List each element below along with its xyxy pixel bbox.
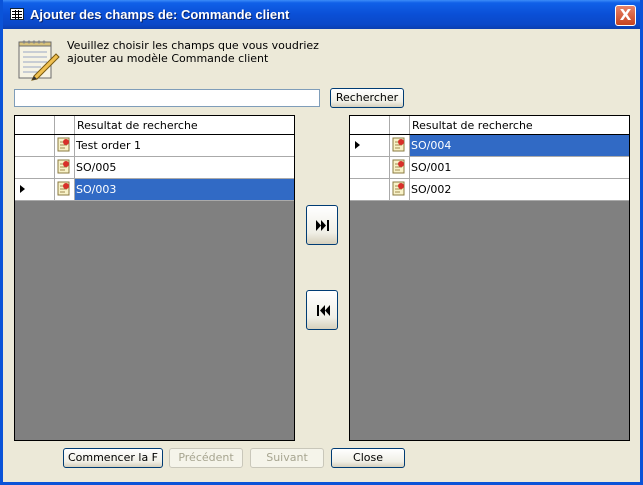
- table-row[interactable]: SO/002: [350, 179, 629, 201]
- row-selector[interactable]: [15, 157, 55, 178]
- previous-button[interactable]: Précédent: [169, 448, 243, 468]
- row-label[interactable]: SO/005: [75, 157, 294, 178]
- table-row[interactable]: SO/005: [15, 157, 294, 179]
- row-selector[interactable]: [350, 135, 390, 156]
- left-results-grid[interactable]: Resultat de recherche Test order 1 SO/00…: [14, 115, 295, 441]
- table-row[interactable]: Test order 1: [15, 135, 294, 157]
- order-icon: [392, 137, 405, 152]
- next-button[interactable]: Suivant: [250, 448, 324, 468]
- column-header-results[interactable]: Resultat de recherche: [412, 119, 533, 132]
- notepad-icon: [18, 40, 60, 81]
- row-selector[interactable]: [350, 179, 390, 200]
- description-line-2: ajouter au modèle Commande client: [67, 52, 269, 65]
- move-to-right-button[interactable]: [306, 205, 338, 245]
- grid-header: Resultat de recherche: [350, 116, 629, 135]
- order-icon: [392, 181, 405, 196]
- window-title: Ajouter des champs de: Commande client: [30, 7, 290, 22]
- description-text: Veuillez choisir les champs que vous vou…: [67, 39, 327, 65]
- move-to-left-button[interactable]: [306, 290, 338, 330]
- close-window-button[interactable]: X: [615, 5, 636, 26]
- move-all-right-icon: [316, 220, 329, 231]
- move-all-left-icon: [317, 305, 330, 316]
- current-row-arrow-icon: [355, 141, 360, 149]
- row-selector[interactable]: [15, 135, 55, 156]
- close-button[interactable]: Close: [331, 448, 405, 468]
- current-row-arrow-icon: [20, 185, 25, 193]
- row-label[interactable]: SO/004: [410, 135, 629, 156]
- row-label[interactable]: Test order 1: [75, 135, 294, 156]
- right-results-grid[interactable]: Resultat de recherche SO/004 SO/001 SO/0…: [349, 115, 630, 441]
- row-label[interactable]: SO/003: [75, 179, 294, 200]
- table-row[interactable]: SO/004: [350, 135, 629, 157]
- table-icon: [10, 8, 24, 20]
- row-selector[interactable]: [350, 157, 390, 178]
- order-icon: [392, 159, 405, 174]
- table-row[interactable]: SO/003: [15, 179, 294, 201]
- order-icon: [57, 137, 70, 152]
- search-input[interactable]: [14, 89, 320, 107]
- order-icon: [57, 159, 70, 174]
- start-button[interactable]: Commencer la F: [63, 448, 163, 468]
- search-button[interactable]: Rechercher: [330, 88, 404, 108]
- dialog-window: Ajouter des champs de: Commande client X…: [0, 0, 643, 485]
- column-header-results[interactable]: Resultat de recherche: [77, 119, 198, 132]
- table-row[interactable]: SO/001: [350, 157, 629, 179]
- order-icon: [57, 181, 70, 196]
- row-label[interactable]: SO/002: [410, 179, 629, 200]
- row-label[interactable]: SO/001: [410, 157, 629, 178]
- title-bar[interactable]: Ajouter des champs de: Commande client X: [3, 0, 640, 29]
- grid-header: Resultat de recherche: [15, 116, 294, 135]
- row-selector[interactable]: [15, 179, 55, 200]
- description-line-1: Veuillez choisir les champs que vous vou…: [67, 39, 319, 52]
